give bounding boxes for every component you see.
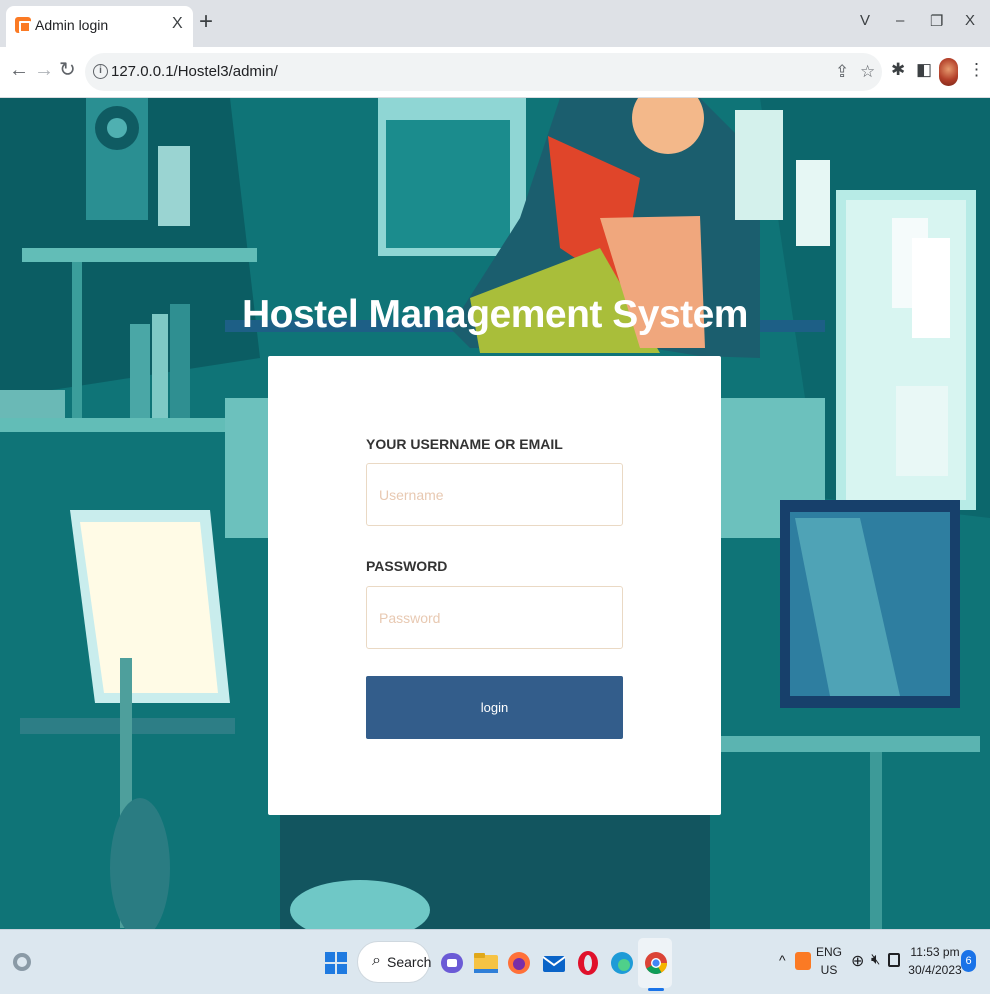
minimize-button[interactable]: – — [896, 12, 904, 29]
password-input[interactable] — [366, 586, 623, 649]
network-globe-icon[interactable]: ⊕ — [851, 951, 864, 971]
edge-icon[interactable] — [608, 947, 636, 979]
weather-widget-icon[interactable] — [10, 948, 34, 976]
show-hidden-icons-chevron-icon[interactable]: ^ — [779, 952, 786, 968]
username-label: YOUR USERNAME OR EMAIL — [366, 436, 563, 452]
search-icon: ⌕ — [372, 952, 381, 969]
file-explorer-icon[interactable] — [472, 947, 500, 979]
page-background: Hostel Management System YOUR USERNAME O… — [0, 98, 990, 929]
restore-button[interactable]: ❐ — [930, 12, 943, 30]
url-text[interactable]: 127.0.0.1/Hostel3/admin/ — [111, 63, 278, 80]
side-panel-icon[interactable]: ◧ — [916, 61, 932, 79]
menu-kebab-icon[interactable]: ⋮ — [968, 61, 985, 79]
page-title: Hostel Management System — [242, 293, 749, 336]
password-label: PASSWORD — [366, 558, 448, 574]
login-button[interactable]: login — [366, 676, 623, 739]
chrome-active-indicator — [648, 988, 664, 991]
xampp-tray-icon[interactable] — [795, 952, 811, 970]
battery-icon[interactable] — [888, 953, 900, 967]
windows-start-icon[interactable] — [322, 947, 350, 979]
new-tab-button[interactable]: + — [199, 8, 213, 36]
browser-tab[interactable]: Admin login X — [6, 6, 193, 47]
meet-app-icon[interactable] — [438, 947, 466, 979]
clock-time: 11:53 pm — [910, 945, 960, 959]
firefox-icon[interactable] — [505, 947, 533, 979]
language-line2: US — [820, 963, 838, 977]
tab-search-chevron-icon[interactable]: V — [860, 12, 870, 29]
opera-icon[interactable] — [574, 947, 602, 979]
bookmark-star-icon[interactable]: ☆ — [860, 62, 875, 82]
language-line1: ENG — [816, 945, 843, 959]
clock[interactable]: 11:53 pm 30/4/2023 — [906, 943, 964, 979]
mail-icon[interactable] — [540, 947, 568, 979]
taskbar-search-label: Search — [387, 954, 432, 970]
chrome-icon[interactable] — [642, 947, 670, 979]
language-indicator[interactable]: ENG US — [816, 943, 842, 979]
xampp-favicon-icon — [15, 17, 31, 33]
reload-icon[interactable]: ↻ — [59, 60, 76, 80]
taskbar-search-button[interactable]: ⌕ Search — [357, 941, 432, 983]
browser-tab-bar: Admin login X + V – ❐ X — [0, 0, 990, 47]
tab-close-icon[interactable]: X — [172, 15, 183, 33]
back-arrow-icon[interactable]: ← — [9, 60, 29, 80]
close-window-button[interactable]: X — [965, 12, 975, 29]
notification-count-badge[interactable]: 6 — [961, 950, 976, 972]
tab-title: Admin login — [35, 17, 109, 33]
windows-taskbar: ⌕ Search ^ ENG US ⊕ 🔇︎ 11:53 pm 30/4/202… — [0, 929, 990, 994]
address-bar[interactable]: i 127.0.0.1/Hostel3/admin/ ⇪ ☆ — [85, 53, 882, 91]
browser-toolbar: ← → ↻ i 127.0.0.1/Hostel3/admin/ ⇪ ☆ ✱ ◧… — [0, 47, 990, 98]
login-card: YOUR USERNAME OR EMAIL PASSWORD login — [268, 356, 721, 815]
extensions-puzzle-icon[interactable]: ✱ — [891, 61, 905, 79]
share-icon[interactable]: ⇪ — [835, 62, 849, 82]
profile-avatar[interactable] — [939, 58, 958, 86]
username-input[interactable] — [366, 463, 623, 526]
forward-arrow-icon[interactable]: → — [34, 60, 54, 80]
clock-date: 30/4/2023 — [908, 963, 962, 977]
site-info-icon[interactable]: i — [93, 64, 108, 79]
volume-muted-icon[interactable]: 🔇︎ — [871, 951, 880, 968]
